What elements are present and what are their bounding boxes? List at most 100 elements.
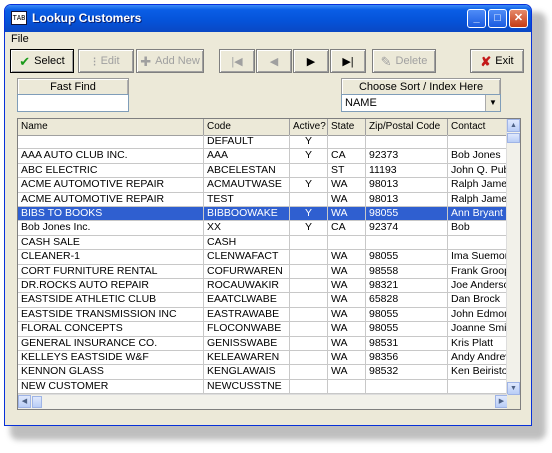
pencil-icon: ✎ xyxy=(380,53,392,69)
table-cell: CLENWAFACT xyxy=(204,250,290,265)
table-cell: John Edmon xyxy=(448,307,508,323)
scroll-thumb[interactable] xyxy=(507,133,520,143)
table-row[interactable]: BIBS TO BOOKS BIBBOOWAKE Y WA 98055 Ann Bryan… xyxy=(18,207,508,222)
sort-select-value: NAME xyxy=(345,97,377,109)
table-row[interactable]: EASTSIDE ATHLETIC CLUB EAATCLWABE WA 65828 D… xyxy=(18,293,508,308)
table-cell: ST xyxy=(328,163,366,179)
title-bar[interactable]: TAB Lookup Customers _ □ ✕ xyxy=(5,5,531,32)
table-row[interactable]: DR.ROCKS AUTO REPAIR ROCAUWAKIR WA 98321 Joe… xyxy=(18,279,508,294)
table-cell: KENNON GLASS xyxy=(18,365,204,380)
table-cell: ABC ELECTRIC xyxy=(18,163,204,179)
scroll-down-icon[interactable]: ▼ xyxy=(507,382,520,395)
table-cell: BIBS TO BOOKS xyxy=(18,207,204,222)
table-cell: 98055 xyxy=(366,322,448,337)
table-cell: 92373 xyxy=(366,149,448,164)
table-cell: KELLEYS EASTSIDE W&F xyxy=(18,351,204,366)
table-row[interactable]: ABC ELECTRIC ABCELESTAN ST 11193 John Q. Pub xyxy=(18,163,508,179)
table-header: Name Code Active? State Zip/Postal Code Conta… xyxy=(18,119,508,136)
table-cell xyxy=(290,192,328,207)
table-cell xyxy=(290,379,328,395)
table-row[interactable]: CORT FURNITURE RENTAL COFURWAREN WA 98558 Fr… xyxy=(18,264,508,279)
table-cell: EASTSIDE ATHLETIC CLUB xyxy=(18,293,204,308)
fast-find-input[interactable] xyxy=(17,94,129,112)
minimize-button[interactable]: _ xyxy=(467,9,486,28)
table-cell: EASTRAWABE xyxy=(204,307,290,323)
table-cell: Y xyxy=(290,135,328,150)
table-row[interactable]: DEFAULT Y xyxy=(18,135,508,150)
select-button[interactable]: ✔ Select xyxy=(10,49,74,73)
last-record-button[interactable]: ▶| xyxy=(330,49,366,73)
table-cell: COFURWAREN xyxy=(204,264,290,279)
table-cell: KENGLAWAIS xyxy=(204,365,290,380)
table-cell: EAATCLWABE xyxy=(204,293,290,308)
column-header[interactable]: Contact xyxy=(448,119,508,135)
table-cell: Y xyxy=(290,207,328,222)
column-header[interactable]: Code xyxy=(204,119,290,135)
hscroll-thumb[interactable] xyxy=(32,396,42,408)
table-cell: EASTSIDE TRANSMISSION INC xyxy=(18,307,204,323)
table-cell: CA xyxy=(328,149,366,164)
table-cell: WA xyxy=(328,365,366,380)
table-cell: GENERAL INSURANCE CO. xyxy=(18,336,204,351)
table-row[interactable]: GENERAL INSURANCE CO. GENISSWABE WA 98531 Kr… xyxy=(18,336,508,351)
next-record-button[interactable]: ▶ xyxy=(293,49,329,73)
table-cell: NEW CUSTOMER xyxy=(18,379,204,395)
table-row[interactable]: Bob Jones Inc. XX Y CA 92374 Bob xyxy=(18,221,508,236)
table-cell: 98558 xyxy=(366,264,448,279)
menu-file[interactable]: File xyxy=(11,33,29,45)
table-cell: WA xyxy=(328,264,366,279)
table-cell xyxy=(328,379,366,395)
table-cell xyxy=(290,235,328,251)
table-row[interactable]: CASH SALE CASH xyxy=(18,235,508,251)
column-header[interactable]: Active? xyxy=(290,119,328,135)
delete-button[interactable]: ✎ Delete xyxy=(372,49,436,73)
table-row[interactable]: ACME AUTOMOTIVE REPAIR ACMAUTWASE Y WA 98013… xyxy=(18,178,508,193)
first-record-button[interactable]: |◀ xyxy=(219,49,255,73)
table-cell: Bob Jones xyxy=(448,149,508,164)
table-cell: 98055 xyxy=(366,250,448,265)
app-icon: TAB xyxy=(11,11,27,25)
table-row[interactable]: CLEANER-1 CLENWAFACT WA 98055 Ima Suemor xyxy=(18,250,508,265)
column-header[interactable]: State xyxy=(328,119,366,135)
table-cell: 65828 xyxy=(366,293,448,308)
table-cell xyxy=(366,379,448,395)
table-cell: 11193 xyxy=(366,163,448,179)
edit-button-label: Edit xyxy=(100,55,120,67)
edit-button[interactable]: ⁝ Edit xyxy=(78,49,134,73)
sort-select[interactable]: NAME ▼ xyxy=(341,94,501,112)
table-row[interactable]: KENNON GLASS KENGLAWAIS WA 98532 Ken Beirist… xyxy=(18,365,508,380)
vertical-scrollbar[interactable]: ▲ ▼ xyxy=(506,119,520,395)
window-title: Lookup Customers xyxy=(32,11,142,25)
table-cell: WA xyxy=(328,207,366,222)
add-new-button[interactable]: ✚ Add New xyxy=(136,49,204,73)
table-cell xyxy=(290,264,328,279)
exit-button[interactable]: ✘ Exit xyxy=(470,49,524,73)
table-cell: GENISSWABE xyxy=(204,336,290,351)
table-cell: Joanne Smit xyxy=(448,322,508,337)
table-cell: Ralph James xyxy=(448,192,508,207)
scroll-up-icon[interactable]: ▲ xyxy=(507,119,520,132)
chevron-down-icon[interactable]: ▼ xyxy=(485,95,500,111)
table-cell: DR.ROCKS AUTO REPAIR xyxy=(18,279,204,294)
column-header[interactable]: Name xyxy=(18,119,204,135)
table-row[interactable]: KELLEYS EASTSIDE W&F KELEAWAREN WA 98356 And… xyxy=(18,351,508,366)
table-row[interactable]: ACME AUTOMOTIVE REPAIR TEST WA 98013 Ralph J… xyxy=(18,192,508,207)
table-row[interactable]: EASTSIDE TRANSMISSION INC EASTRAWABE WA 980… xyxy=(18,307,508,323)
table-cell: ACME AUTOMOTIVE REPAIR xyxy=(18,178,204,193)
table-row[interactable]: AAA AUTO CLUB INC. AAA Y CA 92373 Bob Jones xyxy=(18,149,508,164)
table-cell xyxy=(290,163,328,179)
column-header[interactable]: Zip/Postal Code xyxy=(366,119,448,135)
table-cell: 98531 xyxy=(366,336,448,351)
maximize-button[interactable]: □ xyxy=(488,9,507,28)
table-cell: CASH SALE xyxy=(18,235,204,251)
close-button[interactable]: ✕ xyxy=(509,9,528,28)
table-cell: 98055 xyxy=(366,207,448,222)
table-row[interactable]: FLORAL CONCEPTS FLOCONWABE WA 98055 Joanne S… xyxy=(18,322,508,337)
horizontal-scrollbar[interactable]: ◀ ▶ xyxy=(18,394,508,409)
scroll-left-icon[interactable]: ◀ xyxy=(18,395,31,408)
prev-record-button[interactable]: ◀ xyxy=(256,49,292,73)
table-row[interactable]: NEW CUSTOMER NEWCUSSTNE xyxy=(18,379,508,395)
table-cell: CA xyxy=(328,221,366,236)
edit-icon: ⁝ xyxy=(92,53,97,69)
table-cell: WA xyxy=(328,307,366,323)
